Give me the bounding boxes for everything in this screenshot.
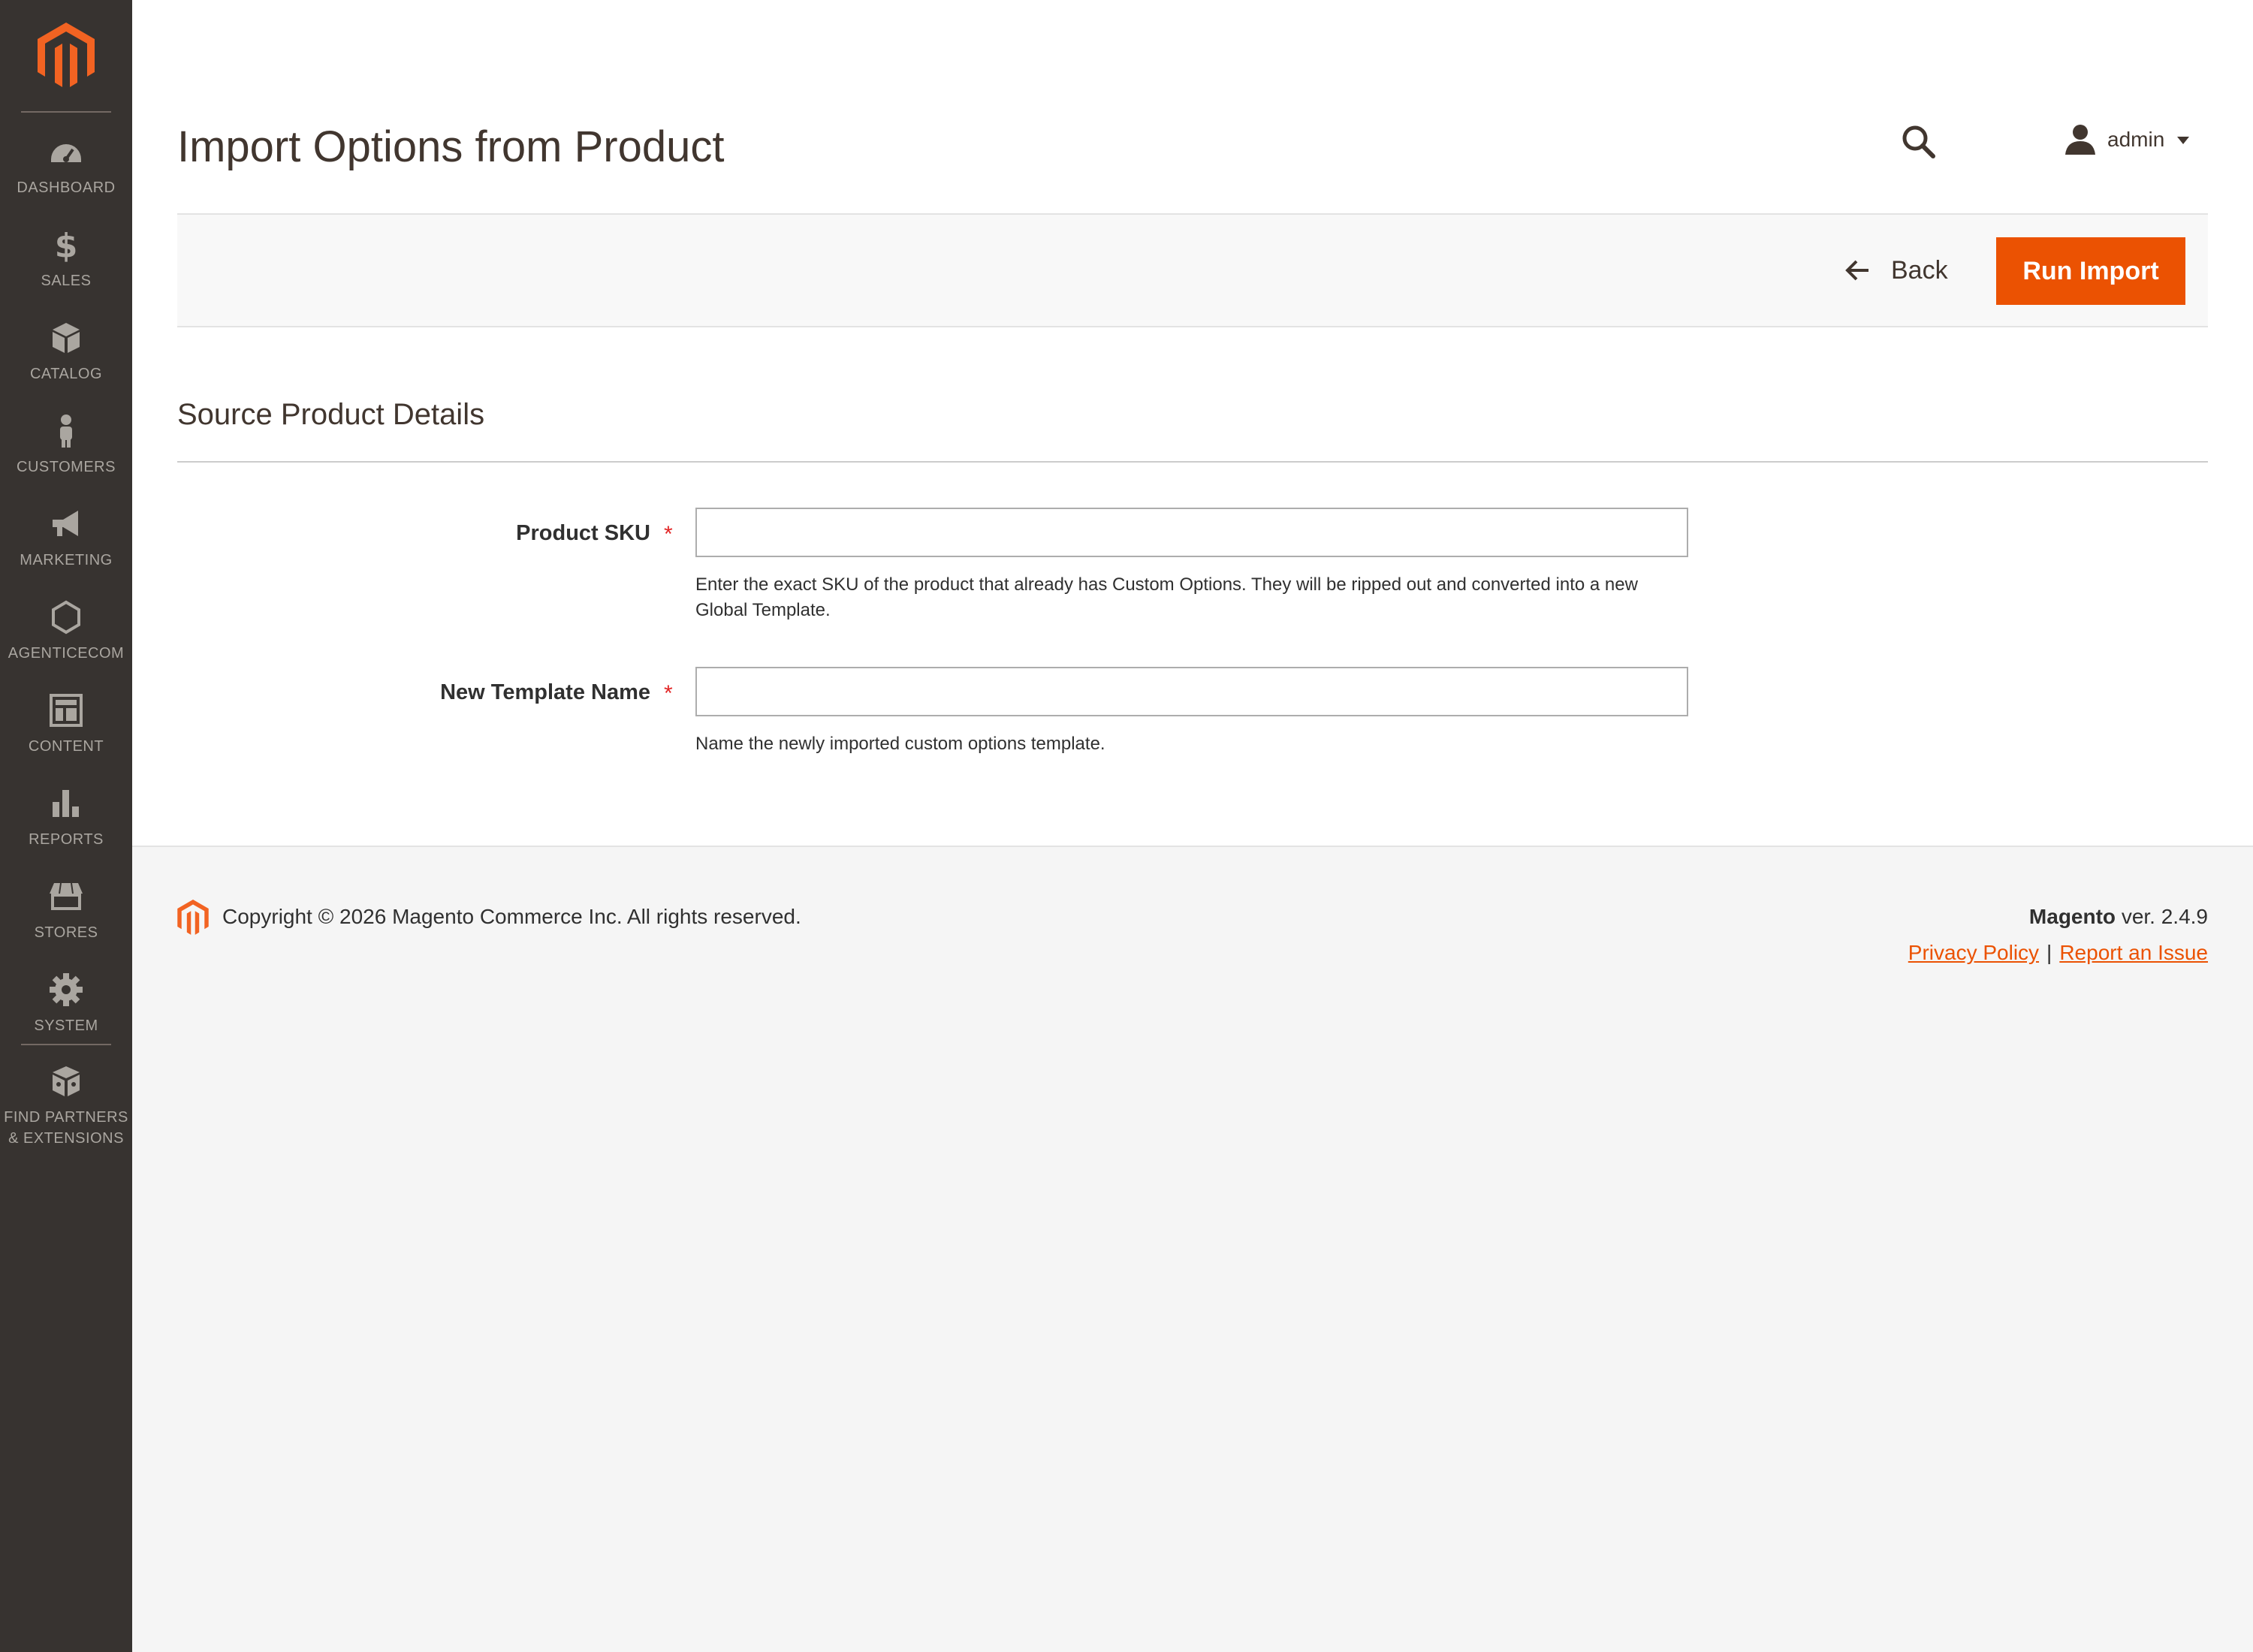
store-icon [48,879,84,915]
product-sku-note: Enter the exact SKU of the product that … [695,574,1638,620]
product-sku-label: Product SKU [516,521,650,545]
sidebar-divider [21,111,111,113]
page-title: Import Options from Product [177,122,725,171]
dashboard-icon [48,134,84,170]
sidebar-item-system[interactable]: SYSTEM [0,972,132,1065]
admin-user-menu[interactable]: admin [2064,120,2190,159]
run-import-button[interactable]: Run Import [1996,237,2185,305]
sidebar-item-label: CONTENT [28,738,104,755]
chevron-down-icon [2176,135,2190,144]
copyright-text: Copyright © 2026 Magento Commerce Inc. A… [222,905,801,928]
sidebar-item-agenticecom[interactable]: AGENTICECOM [0,599,132,692]
template-name-note: Name the newly imported custom options t… [695,734,1105,754]
layout-icon [48,692,84,728]
magento-footer-logo-icon [177,900,209,936]
person-icon [48,413,84,449]
sidebar-item-sales[interactable]: $ SALES [0,227,132,320]
user-name: admin [2107,128,2165,151]
admin-sidebar: DASHBOARD $ SALES CATALOG CUSTOMERS MARK… [0,0,132,1652]
svg-text:$: $ [55,227,78,263]
user-icon [2064,123,2097,156]
magento-logo-icon[interactable] [38,23,95,89]
arrow-left-icon [1844,259,1870,282]
megaphone-icon [48,506,84,542]
sidebar-item-label: CUSTOMERS [17,459,116,475]
back-label: Back [1891,255,1948,285]
dollar-icon: $ [48,227,84,263]
link-separator: | [2046,941,2052,964]
sidebar-item-customers[interactable]: CUSTOMERS [0,413,132,506]
privacy-policy-link[interactable]: Privacy Policy [1908,941,2039,964]
sidebar-item-label: DASHBOARD [17,179,116,196]
sidebar-item-label: REPORTS [29,831,104,848]
extensions-icon [48,1063,84,1099]
brand-name: Magento [2028,905,2116,928]
template-name-label: New Template Name [440,680,650,704]
sidebar-item-label: AGENTICECOM [8,645,125,662]
sidebar-item-label: CATALOG [29,366,103,382]
report-issue-link[interactable]: Report an Issue [2059,941,2208,964]
sidebar-item-label: SALES [41,273,92,289]
template-name-input[interactable] [695,667,1688,716]
sidebar-item-marketing[interactable]: MARKETING [0,506,132,599]
hexagon-icon [48,599,84,635]
sidebar-item-find-partners[interactable]: FIND PARTNERS & EXTENSIONS [0,1063,132,1147]
sidebar-item-content[interactable]: CONTENT [0,692,132,785]
version-info: Magento ver. 2.4.9 [2029,903,2208,931]
search-icon[interactable] [1900,123,1936,159]
section-divider [177,461,2208,463]
sidebar-item-dashboard[interactable]: DASHBOARD [0,134,132,227]
box-icon [48,320,84,356]
sidebar-item-label: FIND PARTNERS & EXTENSIONS [4,1109,128,1147]
required-marker: * [664,522,673,547]
sidebar-item-label: MARKETING [20,552,113,568]
sidebar-item-stores[interactable]: STORES [0,879,132,972]
section-title: Source Product Details [177,398,485,431]
sidebar-item-label: SYSTEM [34,1017,98,1034]
version-number: ver. 2.4.9 [2121,905,2208,928]
footer-links: Privacy Policy | Report an Issue [1908,939,2208,967]
product-sku-input[interactable] [695,508,1688,557]
sidebar-divider [21,1044,111,1045]
sidebar-item-label: STORES [34,924,98,941]
required-marker: * [664,681,673,706]
sidebar-item-reports[interactable]: REPORTS [0,785,132,879]
bar-chart-icon [48,785,84,821]
back-button[interactable]: Back [1844,248,1948,293]
gear-icon [48,972,84,1008]
sidebar-item-catalog[interactable]: CATALOG [0,320,132,413]
footer-divider [132,846,2253,847]
